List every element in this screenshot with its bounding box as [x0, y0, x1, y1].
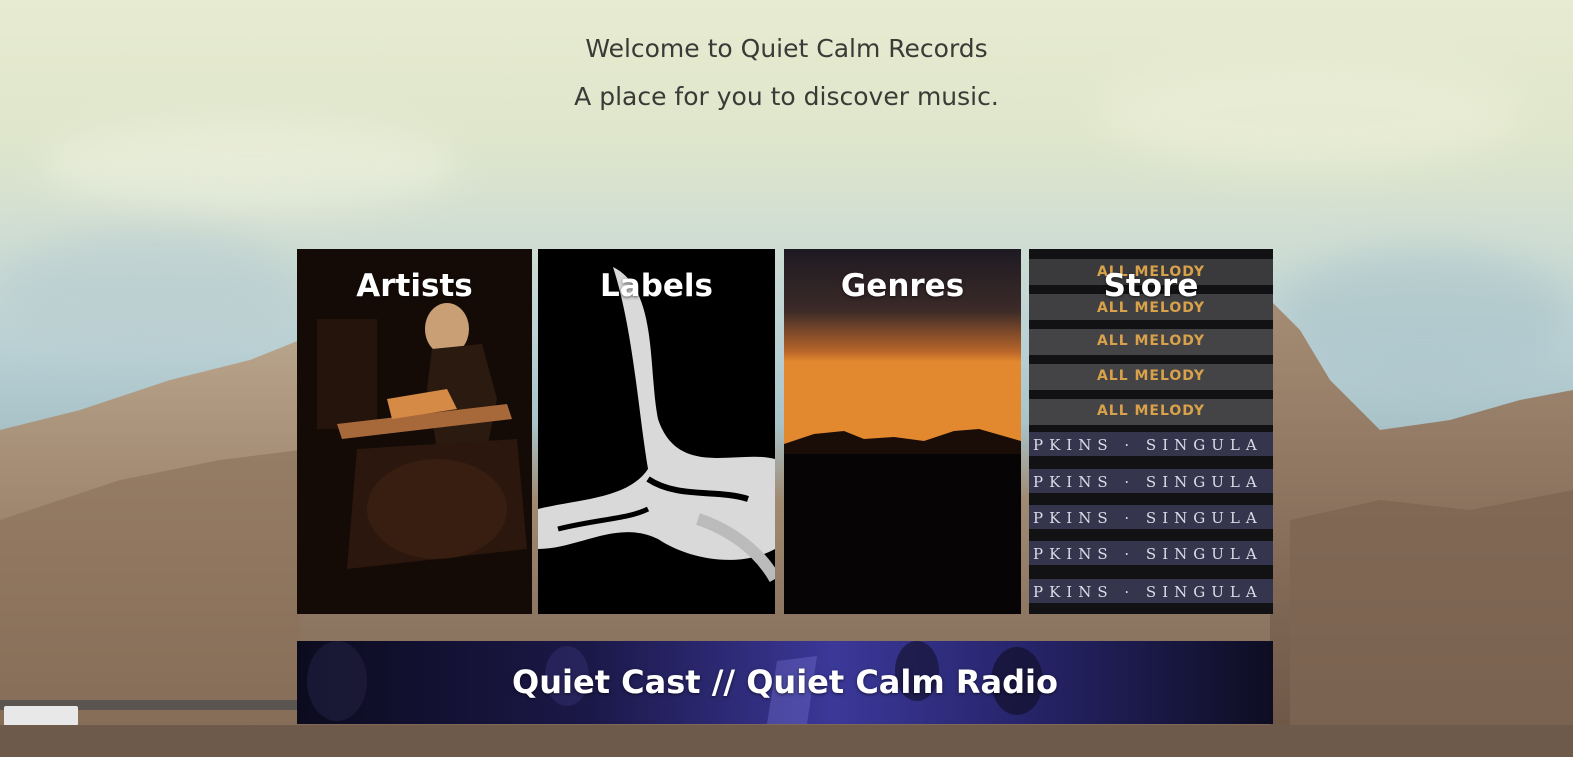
tile-genres-label: Genres: [840, 268, 965, 304]
store-spine-text: PKINS · SINGULA: [1033, 473, 1263, 491]
tagline: A place for you to discover music.: [574, 82, 999, 111]
tile-store-label: Store: [1103, 268, 1199, 304]
store-spine-text: ALL MELODY: [1096, 403, 1206, 419]
store-spine-text: PKINS · SINGULA: [1033, 545, 1263, 563]
tile-artists-label: Artists: [356, 268, 473, 304]
tile-labels-label: Labels: [600, 268, 713, 304]
store-spine-text: ALL MELODY: [1096, 333, 1206, 349]
tile-genres[interactable]: Genres: [784, 249, 1021, 614]
radio-banner[interactable]: Quiet Cast // Quiet Calm Radio: [297, 641, 1273, 724]
store-spine-text: PKINS · SINGULA: [1033, 583, 1263, 601]
store-spine-text: PKINS · SINGULA: [1033, 509, 1263, 527]
radio-banner-label: Quiet Cast // Quiet Calm Radio: [512, 663, 1058, 701]
welcome-heading: Welcome to Quiet Calm Records: [585, 34, 988, 63]
tile-store[interactable]: ALL MELODY ALL MELODY ALL MELODY ALL MEL…: [1029, 249, 1273, 614]
page: Welcome to Quiet Calm Records A place fo…: [0, 0, 1573, 757]
store-spine-text: PKINS · SINGULA: [1033, 436, 1263, 454]
store-spine-text: ALL MELODY: [1096, 368, 1206, 384]
tile-labels[interactable]: Labels: [538, 249, 775, 614]
truck-decoration: [4, 706, 78, 726]
tile-artists[interactable]: Artists: [297, 249, 532, 614]
